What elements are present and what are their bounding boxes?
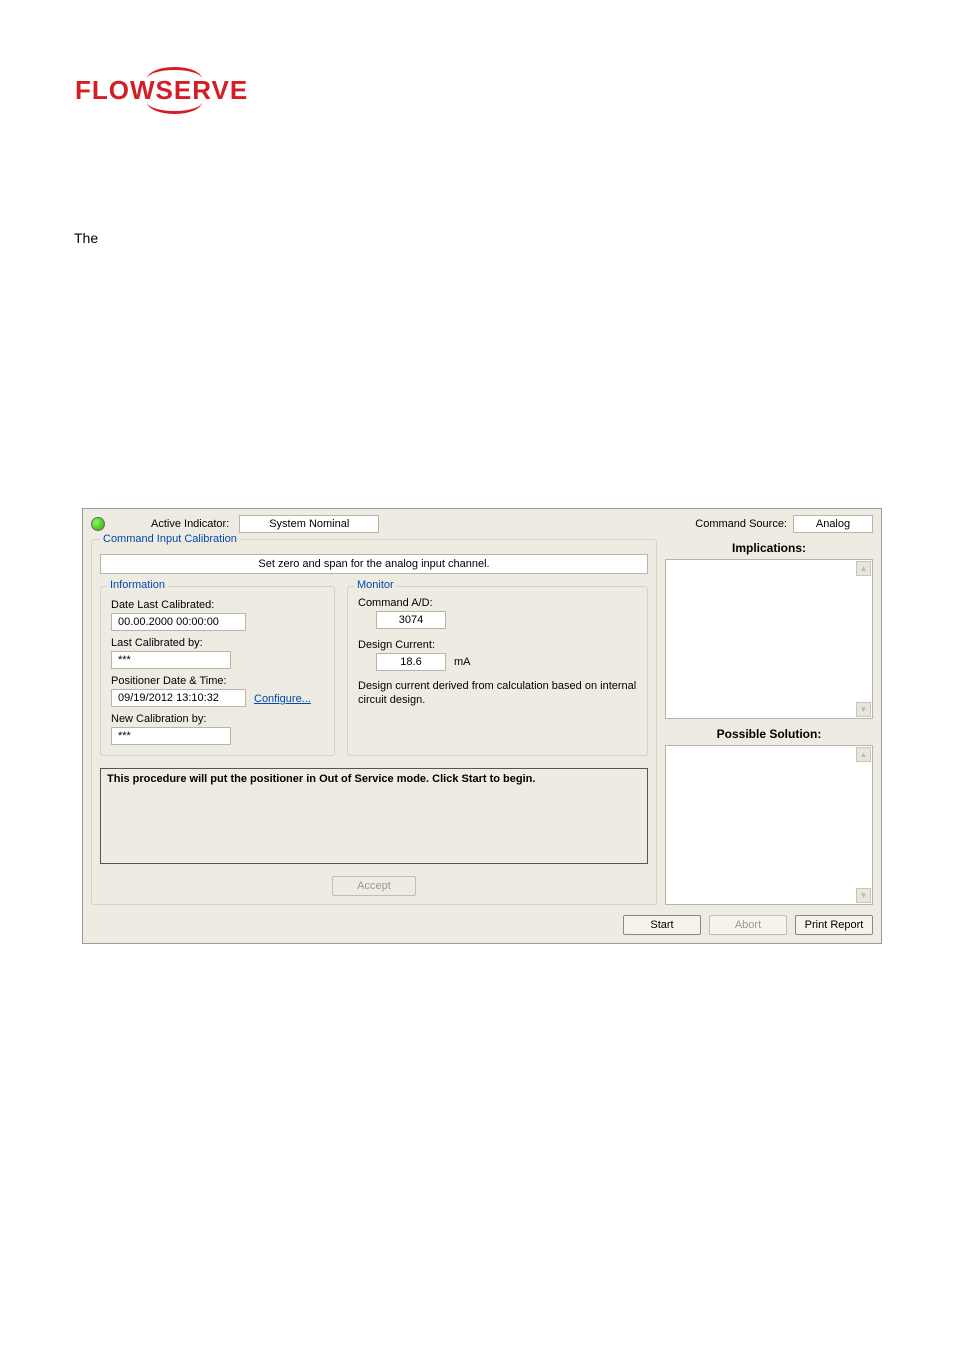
print-report-button[interactable]: Print Report	[795, 915, 873, 935]
active-indicator-label: Active Indicator:	[151, 518, 229, 530]
new-calibration-by-input[interactable]	[111, 727, 231, 745]
command-source-value: Analog	[793, 515, 873, 533]
design-current-label: Design Current:	[358, 639, 637, 651]
last-calibrated-by-label: Last Calibrated by:	[111, 637, 324, 649]
monitor-note: Design current derived from calculation …	[358, 679, 637, 708]
right-panel: Implications: ▲ ▼ Possible Solution: ▲ ▼	[665, 539, 873, 905]
implications-heading: Implications:	[665, 541, 873, 555]
command-input-calibration-panel: Command Input Calibration Set zero and s…	[91, 539, 657, 905]
last-calibrated-by-value: ***	[111, 651, 231, 669]
positioner-datetime-value: 09/19/2012 13:10:32	[111, 689, 246, 707]
positioner-datetime-label: Positioner Date & Time:	[111, 675, 324, 687]
design-current-unit: mA	[454, 656, 471, 668]
scroll-down-icon[interactable]: ▼	[856, 702, 871, 717]
logo-text: FLOWSERVE	[75, 75, 248, 105]
accept-button: Accept	[332, 876, 416, 896]
panel-title: Command Input Calibration	[100, 533, 240, 545]
solution-textbox[interactable]: ▲ ▼	[665, 745, 873, 905]
solution-heading: Possible Solution:	[665, 727, 873, 741]
main-content: Command Input Calibration Set zero and s…	[91, 539, 873, 905]
information-fieldset: Information Date Last Calibrated: 00.00.…	[100, 586, 335, 756]
command-ad-value: 3074	[376, 611, 446, 629]
status-indicator-icon	[91, 517, 105, 531]
active-indicator-value: System Nominal	[239, 515, 379, 533]
calibration-dialog: Active Indicator: System Nominal Command…	[82, 508, 882, 944]
info-row: Information Date Last Calibrated: 00.00.…	[100, 582, 648, 756]
scroll-down-icon[interactable]: ▼	[856, 888, 871, 903]
date-last-calibrated-value: 00.00.2000 00:00:00	[111, 613, 246, 631]
flowserve-logo: FLOWSERVE	[75, 75, 248, 106]
instruction-text: Set zero and span for the analog input c…	[100, 554, 648, 574]
date-last-calibrated-label: Date Last Calibrated:	[111, 599, 324, 611]
logo-arc-bottom-icon	[147, 102, 202, 114]
procedure-message: This procedure will put the positioner i…	[100, 768, 648, 864]
implications-textbox[interactable]: ▲ ▼	[665, 559, 873, 719]
monitor-legend: Monitor	[354, 579, 397, 591]
monitor-fieldset: Monitor Command A/D: 3074 Design Current…	[347, 586, 648, 756]
scroll-up-icon[interactable]: ▲	[856, 747, 871, 762]
new-calibration-by-label: New Calibration by:	[111, 713, 324, 725]
intro-text: The	[74, 230, 98, 246]
scroll-up-icon[interactable]: ▲	[856, 561, 871, 576]
configure-link[interactable]: Configure...	[254, 693, 311, 705]
command-source-label: Command Source:	[695, 518, 787, 530]
command-ad-label: Command A/D:	[358, 597, 637, 609]
status-bar: Active Indicator: System Nominal Command…	[91, 515, 873, 533]
design-current-value: 18.6	[376, 653, 446, 671]
bottom-button-row: Start Abort Print Report	[91, 915, 873, 935]
information-legend: Information	[107, 579, 168, 591]
start-button[interactable]: Start	[623, 915, 701, 935]
abort-button: Abort	[709, 915, 787, 935]
